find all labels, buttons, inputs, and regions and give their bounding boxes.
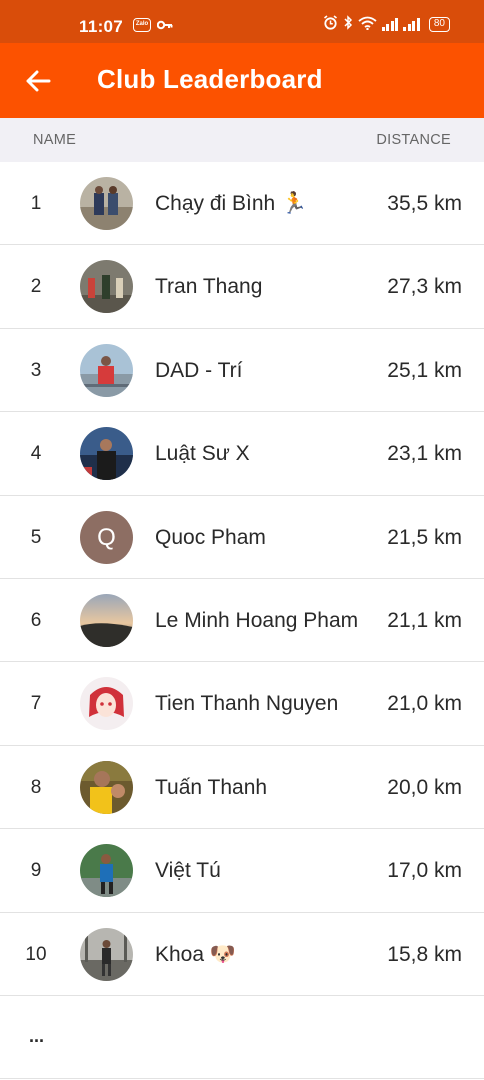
rank: 6 — [30, 609, 42, 631]
column-name-label: NAME — [33, 132, 77, 148]
rank: 1 — [30, 193, 42, 214]
zalo-icon: Zalo — [133, 18, 151, 32]
leaderboard-row[interactable]: 4 Luật Sư X 23,1 km — [0, 412, 484, 496]
avatar[interactable] — [80, 260, 133, 314]
leaderboard-row[interactable]: 9 Việt Tú 17,0 km — [0, 829, 484, 913]
rank: 8 — [30, 776, 42, 798]
leaderboard-row[interactable]: 1 Chạy đi Bình 🏃 35,5 km — [0, 162, 484, 246]
more-indicator[interactable]: ... — [29, 1026, 44, 1047]
bluetooth-icon — [343, 15, 353, 33]
leaderboard-row[interactable]: 7 Tien Thanh Nguyen 21,0 km — [0, 662, 484, 746]
battery-indicator: 80 — [428, 16, 450, 32]
key-icon — [156, 18, 173, 32]
arrow-left-icon — [26, 70, 51, 92]
leaderboard-row[interactable]: 2 Tran Thang 27,3 km — [0, 245, 484, 329]
distance-value: 21,5 km — [387, 525, 462, 549]
alarm-icon — [323, 15, 338, 33]
athlete-name[interactable]: Tien Thanh Nguyen — [155, 662, 338, 745]
athlete-name[interactable]: Quoc Pham — [155, 496, 266, 579]
distance-value: 21,0 km — [387, 692, 462, 716]
column-header: NAME DISTANCE — [0, 118, 484, 162]
column-distance-label: DISTANCE — [376, 132, 451, 148]
athlete-name[interactable]: Khoa 🐶 — [155, 913, 236, 996]
athlete-name[interactable]: Le Minh Hoang Pham — [155, 579, 358, 662]
distance-value: 25,1 km — [387, 358, 462, 382]
rank: 9 — [30, 860, 42, 882]
distance-value: 23,1 km — [387, 442, 462, 466]
app-bar: Club Leaderboard — [0, 43, 484, 118]
athlete-name[interactable]: DAD - Trí — [155, 329, 243, 412]
distance-value: 27,3 km — [387, 275, 462, 299]
avatar[interactable] — [80, 760, 133, 814]
page-title: Club Leaderboard — [97, 64, 323, 94]
status-time: 11:07 — [79, 17, 124, 36]
more-row[interactable]: ... — [0, 996, 484, 1079]
athlete-name[interactable]: Chạy đi Bình 🏃 — [155, 162, 307, 245]
status-left-icons: Zalo — [133, 18, 173, 32]
avatar[interactable]: Q — [80, 510, 133, 564]
avatar[interactable] — [80, 427, 133, 481]
rank: 5 — [30, 526, 42, 548]
rank: 7 — [30, 693, 42, 715]
signal-icon — [381, 17, 399, 31]
distance-value: 21,1 km — [387, 608, 462, 632]
status-bar: 11:07 Zalo 80 — [0, 0, 484, 43]
distance-value: 17,0 km — [387, 859, 462, 883]
rank: 3 — [30, 359, 42, 381]
distance-value: 35,5 km — [387, 192, 462, 215]
leaderboard-row[interactable]: 5 Q Quoc Pham 21,5 km — [0, 496, 484, 579]
leaderboard-row[interactable]: 10 Khoa 🐶 15,8 km — [0, 913, 484, 996]
leaderboard-list: 1 Chạy đi Bình 🏃 35,5 km 2 Tran Thang 27… — [0, 162, 484, 1079]
avatar[interactable] — [80, 177, 133, 230]
athlete-name[interactable]: Luật Sư X — [155, 412, 250, 495]
back-button[interactable] — [18, 63, 58, 99]
distance-value: 15,8 km — [387, 942, 462, 966]
signal-icon — [403, 17, 420, 31]
avatar[interactable] — [80, 844, 133, 898]
leaderboard-row[interactable]: 3 DAD - Trí 25,1 km — [0, 329, 484, 413]
rank: 4 — [30, 443, 42, 465]
rank: 2 — [30, 276, 42, 298]
wifi-icon — [358, 16, 377, 33]
rank: 10 — [25, 943, 47, 965]
leaderboard-row[interactable]: 8 Tuấn Thanh 20,0 km — [0, 746, 484, 830]
avatar[interactable] — [80, 593, 133, 647]
distance-value: 20,0 km — [387, 775, 462, 799]
avatar[interactable] — [80, 677, 133, 731]
avatar[interactable] — [80, 343, 133, 397]
athlete-name[interactable]: Việt Tú — [155, 829, 221, 912]
athlete-name[interactable]: Tuấn Thanh — [155, 746, 267, 829]
athlete-name[interactable]: Tran Thang — [155, 245, 262, 328]
leaderboard-row[interactable]: 6 Le Minh Hoang Pham 21,1 km — [0, 579, 484, 663]
avatar[interactable] — [80, 927, 133, 981]
status-right-icons: 80 — [323, 15, 450, 33]
